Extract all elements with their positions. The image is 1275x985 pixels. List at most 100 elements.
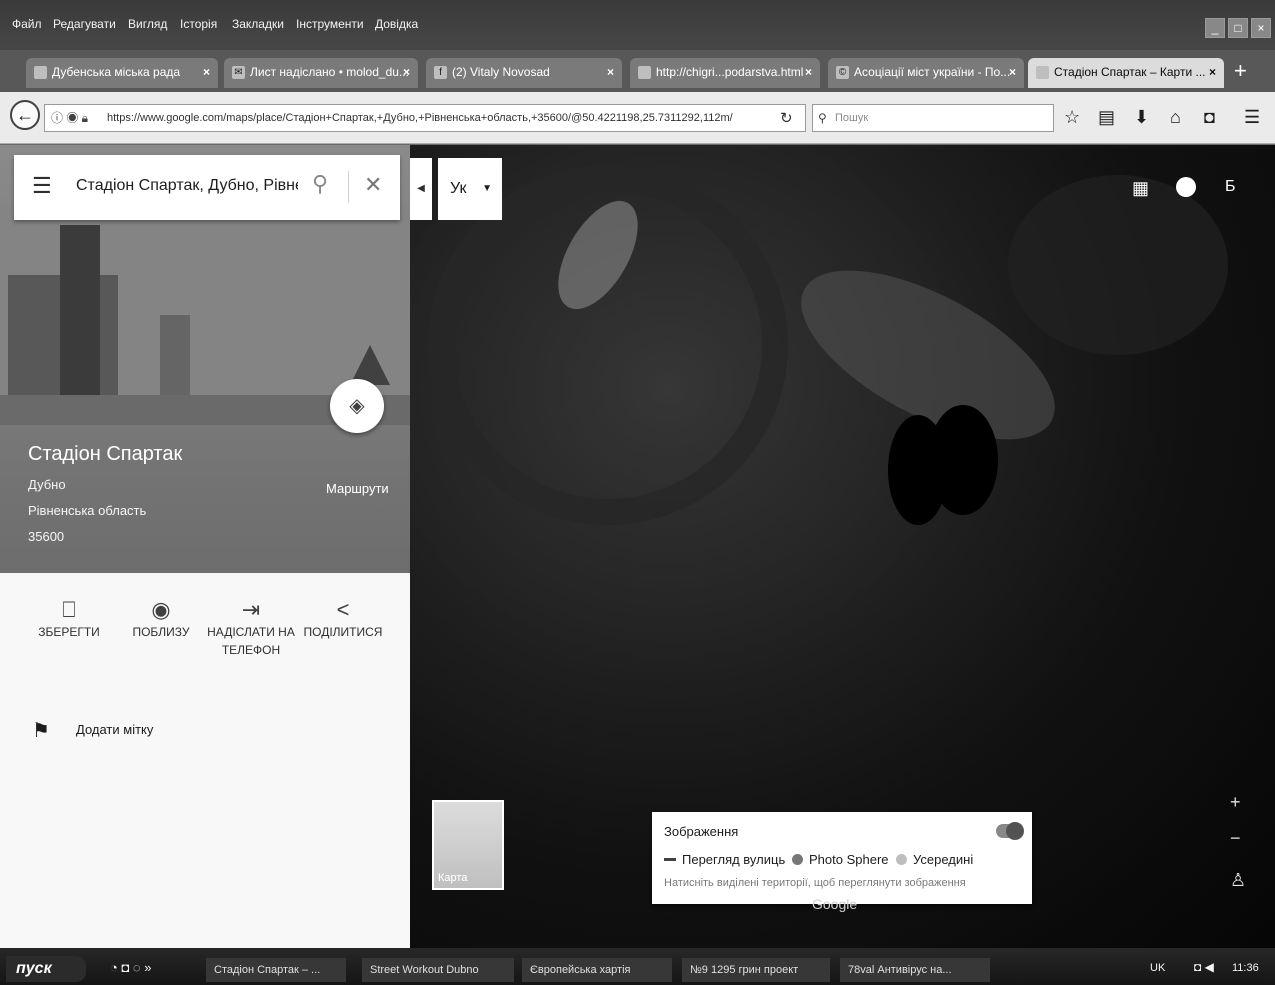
tray-language[interactable]: UK: [1150, 962, 1165, 974]
screen: { "browser": { "menu": ["Файл", "Редагув…: [0, 0, 1275, 985]
bookmark-icon: ⎕: [62, 597, 76, 622]
maps-search-input[interactable]: Стадіон Спартак, Дубно, Рівненська облас…: [76, 177, 298, 195]
tab-4[interactable]: http://chigri...podarstva.html ×: [630, 58, 820, 88]
browser-search-input[interactable]: ⚲ Пошук: [812, 104, 1054, 132]
minimize-icon[interactable]: _: [1205, 18, 1225, 38]
site-info-icon[interactable]: ⓘ ◉ 🔒︎: [51, 105, 88, 131]
tab-label: Дубенська міська рада: [52, 65, 181, 79]
imagery-hint: Натисніть виділені території, щоб перегл…: [664, 877, 966, 889]
facebook-icon: f: [434, 66, 447, 79]
menu-file[interactable]: Файл: [12, 17, 42, 31]
maximize-icon[interactable]: □: [1228, 18, 1248, 38]
url-bar[interactable]: ⓘ ◉ 🔒︎ https://www.google.com/maps/place…: [44, 104, 806, 132]
place-region: Рівненська область: [28, 503, 147, 518]
save-label: ЗБЕРЕГТИ: [38, 625, 100, 639]
directions-icon: ◈: [349, 395, 365, 417]
tab-label: http://chigri...podarstva.html: [656, 65, 804, 79]
quick-launch-icons[interactable]: ◔ ◘ ◌ »: [110, 960, 152, 975]
send-to-phone-icon: ⇥: [241, 597, 261, 622]
nearby-button[interactable]: ◉ ПОБЛИЗУ: [116, 593, 206, 641]
maps-icon: [1036, 66, 1049, 79]
routes-button[interactable]: ◈: [330, 379, 384, 433]
map-type-label: Карта: [438, 872, 468, 884]
apps-grid-icon[interactable]: ▦: [1132, 178, 1149, 199]
zoom-out-icon[interactable]: −: [1230, 828, 1241, 849]
back-button[interactable]: ←: [10, 100, 40, 130]
imagery-toggle[interactable]: [996, 822, 1024, 840]
menu-view[interactable]: Вигляд: [128, 17, 167, 31]
close-tab-icon[interactable]: ×: [1009, 58, 1016, 86]
tab-label: (2) Vitaly Novosad: [452, 65, 550, 79]
line-icon: [664, 858, 676, 861]
start-button[interactable]: пуск: [6, 956, 86, 982]
menu-bar: Файл Редагувати Вигляд Історія Закладки …: [0, 0, 1275, 50]
menu-bookmarks[interactable]: Закладки: [232, 17, 284, 31]
tab-label: Асоціації міст україни - По...: [854, 65, 1011, 79]
start-label: пуск: [16, 960, 52, 977]
chevron-down-icon: ▼: [482, 183, 492, 194]
close-tab-icon[interactable]: ×: [1209, 58, 1216, 86]
map-type-toggle[interactable]: Карта: [432, 800, 504, 890]
maps-search-box: ☰ Стадіон Спартак, Дубно, Рівненська обл…: [14, 155, 400, 220]
reload-icon[interactable]: ↻: [780, 109, 793, 127]
tray-clock: 11:36: [1232, 962, 1259, 974]
task-4[interactable]: №9 1295 грин проект: [682, 958, 830, 982]
legend-label: Photo Sphere: [809, 852, 889, 867]
collapse-panel-button[interactable]: ◀: [410, 158, 432, 220]
account-avatar[interactable]: Б: [1225, 178, 1236, 196]
close-icon[interactable]: ✕: [364, 172, 382, 198]
share-button[interactable]: < ПОДІЛИТИСЯ: [298, 593, 388, 641]
nearby-icon: ◉: [151, 597, 171, 622]
place-city: Дубно: [28, 477, 66, 492]
tab-2[interactable]: ✉ Лист надіслано • molod_du... ×: [224, 58, 418, 88]
save-button[interactable]: ⎕ ЗБЕРЕГТИ: [24, 593, 114, 641]
menu-edit[interactable]: Редагувати: [53, 17, 116, 31]
map-trees: [1008, 175, 1228, 355]
imagery-card: Зображення Перегляд вулиць Photo Sphere …: [652, 812, 1032, 904]
home-icon[interactable]: ⌂: [1170, 107, 1181, 128]
new-tab-icon[interactable]: +: [1234, 58, 1247, 84]
tab-6-active[interactable]: Стадіон Спартак – Карти ... ×: [1028, 58, 1224, 88]
search-icon[interactable]: ⚲: [312, 171, 328, 197]
search-engine-icon: ⚲: [818, 111, 827, 125]
bookmark-star-icon[interactable]: ☆: [1064, 107, 1080, 128]
navigation-bar: ← ⓘ ◉ 🔒︎ https://www.google.com/maps/pla…: [0, 92, 1275, 144]
pocket-icon[interactable]: ◘: [1204, 107, 1215, 128]
download-icon[interactable]: ⬇: [1134, 107, 1149, 128]
task-2[interactable]: Street Workout Dubno: [362, 958, 514, 982]
close-tab-icon[interactable]: ×: [805, 58, 812, 86]
menu-help[interactable]: Довідка: [375, 17, 418, 31]
close-window-icon[interactable]: ×: [1251, 18, 1271, 38]
task-1[interactable]: Стадіон Спартак – ...: [206, 958, 346, 982]
search-placeholder: Пошук: [835, 112, 869, 124]
nearby-label: ПОБЛИЗУ: [132, 625, 190, 639]
notifications-icon[interactable]: [1176, 177, 1196, 197]
close-tab-icon[interactable]: ×: [203, 58, 210, 86]
menu-icon[interactable]: ☰: [32, 173, 52, 199]
hamburger-menu-icon[interactable]: ☰: [1244, 107, 1260, 128]
menu-tools[interactable]: Інструменти: [296, 17, 364, 31]
language-label: Ук: [450, 180, 467, 197]
place-title: Стадіон Спартак: [28, 443, 183, 465]
pegman-icon[interactable]: ♙: [1230, 870, 1246, 891]
tab-1[interactable]: Дубенська міська рада ×: [26, 58, 218, 88]
close-tab-icon[interactable]: ×: [607, 58, 614, 86]
send-to-phone-button[interactable]: ⇥ НАДІСЛАТИ НА ТЕЛЕФОН: [206, 593, 296, 659]
language-dropdown[interactable]: Ук ▼: [438, 158, 502, 220]
task-3[interactable]: Європейська хартія: [522, 958, 672, 982]
close-tab-icon[interactable]: ×: [403, 58, 410, 86]
tab-label: Лист надіслано • molod_du...: [250, 65, 409, 79]
reading-list-icon[interactable]: ▤: [1098, 107, 1115, 128]
menu-history[interactable]: Історія: [180, 17, 217, 31]
task-5[interactable]: 78val Антивірус на...: [840, 958, 990, 982]
taskbar: пуск ◔ ◘ ◌ » Стадіон Спартак – ... Stree…: [0, 948, 1275, 985]
tray-icons[interactable]: ◘ ◀: [1194, 960, 1214, 974]
tab-5[interactable]: © Асоціації міст україни - По... ×: [828, 58, 1024, 88]
divider: [348, 171, 349, 203]
tab-3[interactable]: f (2) Vitaly Novosad ×: [426, 58, 622, 88]
legend-label: Перегляд вулиць: [682, 852, 786, 867]
place-panel: ◈ Маршрути Стадіон Спартак Дубно Рівненс…: [0, 145, 410, 948]
zoom-in-icon[interactable]: +: [1230, 792, 1241, 813]
routes-label[interactable]: Маршрути: [326, 481, 389, 496]
imagery-title: Зображення: [664, 824, 739, 839]
